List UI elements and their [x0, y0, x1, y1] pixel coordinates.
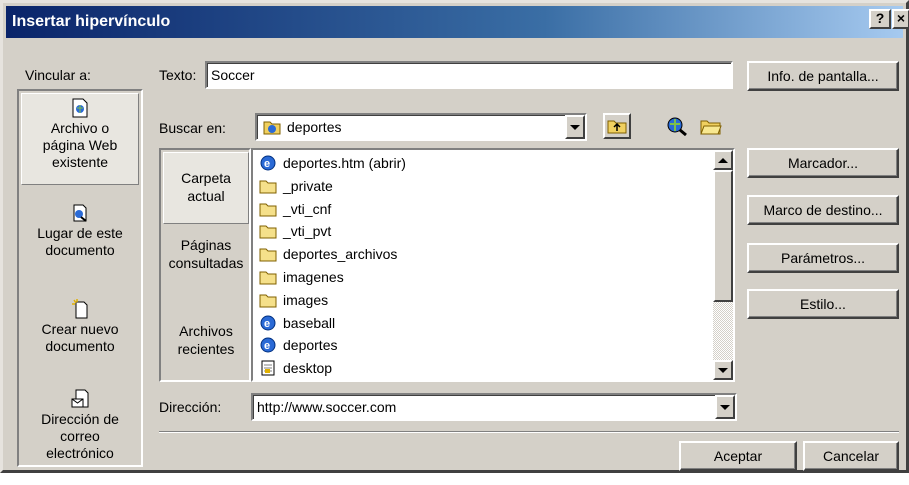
folder-icon: [259, 178, 283, 194]
web-page-icon: [72, 98, 88, 118]
chevron-down-icon: [718, 367, 728, 373]
address-dropdown-button[interactable]: [715, 395, 735, 419]
ie-page-icon: e: [259, 155, 283, 171]
file-list-item[interactable]: _private: [259, 175, 333, 197]
link-to-label: Vincular a:: [25, 67, 91, 83]
vertical-scrollbar[interactable]: [713, 150, 733, 380]
scroll-down-button[interactable]: [713, 360, 733, 380]
file-list[interactable]: e deportes.htm (abrir) _private _vti_cnf _vt…: [251, 148, 735, 382]
folder-icon: [259, 269, 283, 285]
address-input[interactable]: http://www.soccer.com: [251, 393, 737, 421]
help-button[interactable]: ?: [869, 9, 891, 29]
place-current-folder[interactable]: Carpeta actual: [163, 152, 249, 224]
file-list-item[interactable]: e baseball: [259, 312, 335, 334]
file-name: deportes_archivos: [283, 246, 398, 263]
look-in-dropdown-button[interactable]: [565, 115, 585, 139]
insert-hyperlink-dialog: Insertar hipervínculo ? × Vincular a: Ar…: [0, 0, 909, 473]
browse-web-icon: [667, 117, 687, 136]
file-list-item[interactable]: _vti_cnf: [259, 198, 331, 220]
folder-icon: [259, 292, 283, 308]
style-button[interactable]: Estilo...: [747, 289, 899, 319]
title-bar: Insertar hipervínculo: [6, 6, 903, 38]
browse-web-button[interactable]: [663, 113, 691, 139]
file-list-item[interactable]: imagenes: [259, 266, 344, 288]
ie-page-icon: e: [259, 337, 283, 353]
file-list-item[interactable]: images: [259, 289, 328, 311]
up-folder-icon: [607, 120, 627, 134]
file-list-item[interactable]: e deportes.htm (abrir): [259, 152, 406, 174]
look-in-label: Buscar en:: [159, 120, 226, 136]
chevron-down-icon: [570, 124, 580, 130]
ok-button[interactable]: Aceptar: [679, 441, 797, 471]
ie-page-icon: e: [259, 315, 283, 331]
chevron-up-icon: [718, 157, 728, 163]
chevron-down-icon: [720, 404, 730, 410]
link-email-address-item[interactable]: Dirección de correo electrónico: [21, 385, 139, 465]
svg-text:e: e: [264, 158, 270, 170]
file-list-item[interactable]: _vti_pvt: [259, 220, 331, 242]
place-in-document-icon: [73, 204, 87, 222]
look-in-select[interactable]: deportes: [255, 113, 587, 141]
file-list-item[interactable]: e deportes: [259, 334, 337, 356]
file-name: _private: [283, 177, 333, 194]
link-place-in-document-item[interactable]: Lugar de este documento: [21, 199, 139, 269]
cancel-button[interactable]: Cancelar: [803, 441, 899, 471]
file-name: deportes: [283, 337, 338, 354]
svg-text:e: e: [264, 318, 270, 330]
bookmark-button[interactable]: Marcador...: [747, 148, 899, 178]
places-bar: Carpeta actual Páginas consultadas Archivo…: [159, 148, 251, 382]
folder-icon: [259, 201, 283, 217]
address-label: Dirección:: [159, 399, 222, 415]
text-label: Texto:: [159, 67, 197, 83]
link-new-document-item[interactable]: Crear nuevo documento: [21, 295, 139, 365]
screen-tip-button[interactable]: Info. de pantalla...: [747, 61, 899, 91]
folder-icon: [259, 246, 283, 262]
browse-file-button[interactable]: [697, 113, 725, 139]
parameters-button[interactable]: Parámetros...: [747, 243, 899, 273]
file-name: _vti_cnf: [283, 200, 332, 217]
file-name: baseball: [283, 314, 336, 331]
browse-file-icon: [700, 120, 722, 135]
link-to-panel: Archivo o página Web existente Lugar de …: [17, 89, 143, 467]
web-folder-icon: [263, 121, 281, 135]
close-button[interactable]: ×: [892, 9, 909, 29]
folder-icon: [259, 223, 283, 239]
text-to-display-input[interactable]: Soccer: [205, 61, 733, 89]
email-address-icon: [71, 389, 89, 408]
ini-file-icon: [259, 360, 283, 376]
place-browsed-pages[interactable]: Páginas consultadas: [163, 236, 249, 286]
file-list-item[interactable]: deportes_archivos: [259, 243, 397, 265]
file-name: _vti_pvt: [283, 223, 332, 240]
scroll-up-button[interactable]: [713, 150, 733, 170]
link-existing-file-item[interactable]: Archivo o página Web existente: [21, 93, 139, 185]
file-name: images: [283, 291, 329, 308]
file-name: imagenes: [283, 269, 344, 285]
file-name: desktop: [283, 360, 333, 377]
up-folder-button[interactable]: [603, 113, 631, 139]
file-name: deportes.htm (abrir): [283, 155, 406, 171]
separator: [159, 431, 899, 433]
svg-text:e: e: [264, 340, 270, 352]
file-list-item[interactable]: desktop: [259, 357, 332, 379]
new-document-icon: [72, 299, 88, 319]
place-recent-files[interactable]: Archivos recientes: [163, 322, 249, 372]
target-frame-button[interactable]: Marco de destino...: [747, 195, 899, 225]
scroll-thumb[interactable]: [713, 170, 733, 302]
window-title: Insertar hipervínculo: [12, 13, 171, 30]
